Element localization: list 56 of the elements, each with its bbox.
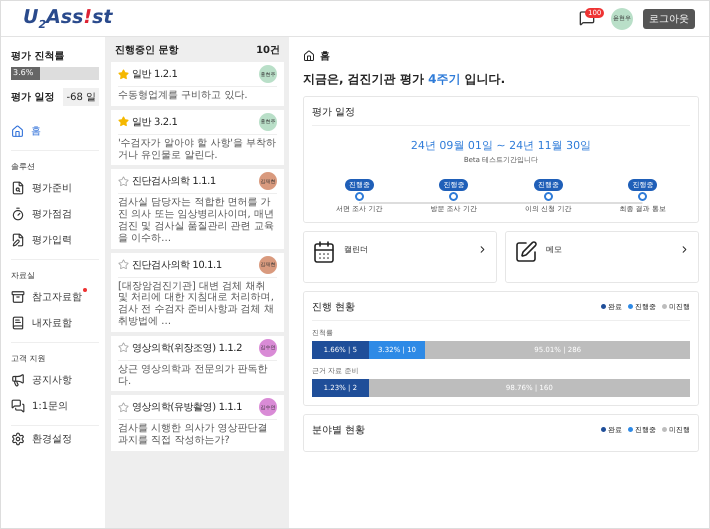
section-title: 고객 지원 (11, 353, 47, 364)
logout-button[interactable]: 로그아웃 (643, 8, 695, 28)
card-text: [대장암검진기관] 대변 검체 채취 및 처리에 대한 지침대로 처리하며, 검사 전 수검자 준비사항과 검체 채취방법에 … (118, 280, 275, 328)
home-nav-item[interactable]: 홈 (11, 124, 99, 138)
card-title: 영상의학(위장조영) 1.1.2 (132, 342, 244, 355)
card-text: 수동형업계를 구비하고 있다. (118, 90, 249, 102)
card-title: 진단검사의학 10.1.1 (132, 258, 223, 272)
timer-icon (11, 207, 25, 221)
archive-icon (11, 290, 25, 304)
shortcut-card[interactable]: 메모 (505, 231, 699, 283)
step-marker (638, 192, 648, 201)
nav-item[interactable]: 참고자료함 (11, 290, 99, 304)
nav-item[interactable]: 공지사항 (11, 373, 99, 387)
schedule-days: -68 일 (63, 88, 99, 106)
calendar-icon (312, 240, 336, 264)
card-heading: 분야별 현황 (312, 424, 366, 437)
step-marker (544, 192, 553, 201)
headline: 지금은, 검진기관 평가 4주기 입니다. (303, 71, 506, 88)
card-text: 검사를 시행한 의사가 영상판단결과지를 직접 작성하는가? (118, 423, 269, 447)
nav-item[interactable]: 내자료함 (11, 316, 99, 330)
edit-icon (11, 233, 25, 247)
home-icon (11, 124, 24, 138)
nav-item[interactable]: 환경설정 (11, 432, 99, 446)
step-marker (449, 192, 458, 201)
home-icon (303, 50, 315, 62)
item-count: 10건 (256, 44, 280, 57)
chat-icon (11, 399, 25, 413)
date-range: 24년 09월 01일 ~ 24년 11월 30일 (410, 138, 592, 153)
nav-item[interactable]: 평가입력 (11, 233, 99, 247)
memo-icon (514, 240, 538, 264)
notebook-icon (11, 316, 25, 330)
card-title: 일반 1.2.1 (132, 68, 178, 81)
logo[interactable]: U$_{2}$Ass!st (23, 6, 112, 31)
card-text: 상근 영상의학과 전문의가 판독한다. (118, 364, 269, 388)
panel-title: 진행중인 문항 (115, 44, 178, 57)
progress-label: 평가 진척률 (11, 50, 66, 63)
card-heading: 평가 일정 (312, 106, 356, 119)
breadcrumb: 홈 (320, 50, 330, 63)
megaphone-icon (11, 373, 25, 387)
settings-icon (11, 432, 25, 446)
progress-fill: 3.6% (11, 67, 40, 80)
section-title: 자료실 (11, 270, 36, 281)
step-marker (354, 192, 364, 201)
nav-item[interactable]: 평가준비 (11, 181, 99, 195)
card-title: 영상의학(유방촬영) 1.1.1 (132, 401, 244, 414)
nav-item[interactable]: 평가점검 (11, 207, 99, 221)
card-title: 진단검사의학 1.1.1 (132, 175, 217, 188)
nav-item[interactable]: 1:1문의 (11, 399, 99, 413)
shortcut-card[interactable]: 캘린더 (303, 231, 497, 283)
card-text: '수검자가 알아야 할 사항'을 부착하거나 유인물로 알린다. (118, 138, 277, 162)
report-icon (11, 181, 25, 195)
schedule-label: 평가 일정 (11, 91, 54, 104)
card-text: 검사실 담당자는 적합한 면허를 가진 의사 또는 임상병리사이며, 매년 검진 및 검사실 품질관리 관련 교육을 이수하… (118, 197, 275, 245)
section-title: 솔루션 (11, 161, 36, 172)
card-title: 일반 3.2.1 (132, 116, 178, 129)
card-heading: 진행 현황 (312, 301, 356, 314)
